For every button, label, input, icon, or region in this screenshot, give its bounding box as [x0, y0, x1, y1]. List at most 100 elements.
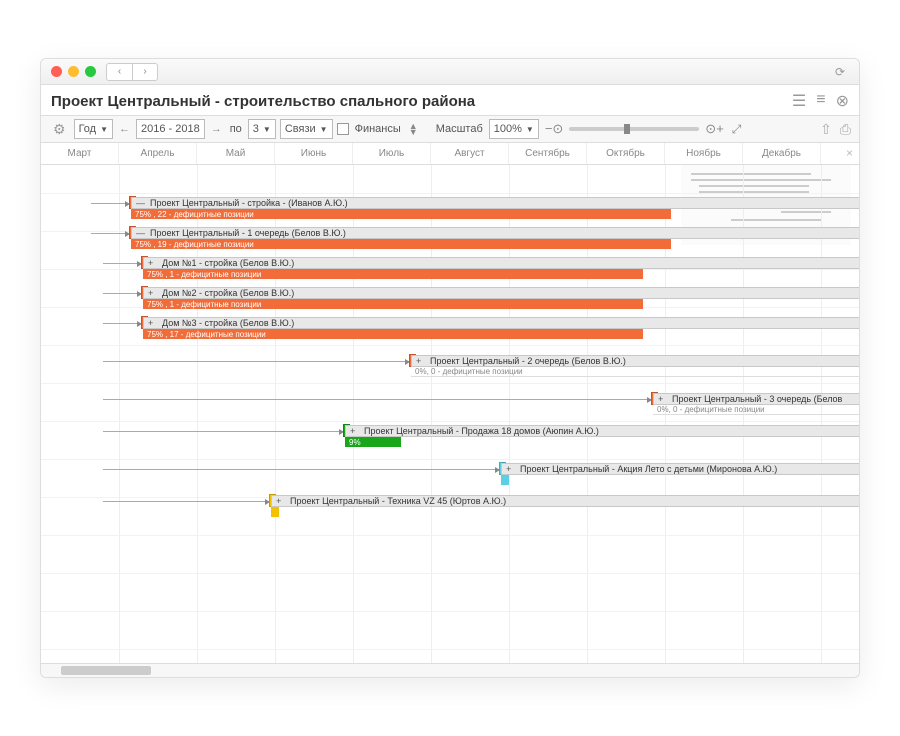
gantt-task[interactable]: — Проект Центральный - 1 очередь (Белов В… — [131, 227, 859, 239]
timeline-header: МартАпрельМайИюньИюльАвгустСентябрьОктяб… — [41, 143, 859, 165]
list-icon[interactable]: ☰ — [792, 91, 806, 111]
minimize-icon[interactable] — [68, 66, 79, 77]
gantt-task[interactable]: + Проект Центральный - Акция Лето с детьм… — [501, 463, 859, 475]
year-range-select[interactable]: 2016 - 2018 — [136, 119, 205, 139]
gantt-chart[interactable]: — Проект Центральный - стройка - (Иванов … — [41, 165, 859, 663]
task-label-bar[interactable]: + Проект Центральный - 2 очередь (Белов В… — [411, 355, 859, 367]
depth-label: по — [228, 123, 244, 135]
task-label-bar[interactable]: + Дом №1 - стройка (Белов В.Ю.) — [143, 257, 859, 269]
month-header: Август — [431, 143, 509, 164]
close-icon[interactable] — [51, 66, 62, 77]
maximize-icon[interactable] — [85, 66, 96, 77]
month-header: Декабрь — [743, 143, 821, 164]
nav-arrows: ‹ › — [106, 63, 158, 81]
depth-select[interactable]: 3▼ — [248, 119, 276, 139]
gantt-task[interactable]: — Проект Центральный - стройка - (Иванов … — [131, 197, 859, 209]
titlebar: ‹ › ⟳ — [41, 59, 859, 85]
gantt-task[interactable]: +Дом №3 - стройка (Белов В.Ю.)75% , 17 -… — [143, 317, 859, 329]
month-header: Апрель — [119, 143, 197, 164]
task-progress — [271, 507, 279, 517]
task-label-bar[interactable]: + Дом №3 - стройка (Белов В.Ю.) — [143, 317, 859, 329]
task-expander[interactable]: — — [136, 198, 145, 208]
scale-select[interactable]: 100%▼ — [489, 119, 539, 139]
header: Проект Центральный - строительство спаль… — [41, 85, 859, 115]
reload-icon[interactable]: ⟳ — [835, 65, 845, 79]
task-label-bar[interactable]: + Проект Центральный - Акция Лето с детьм… — [501, 463, 859, 475]
task-progress: 75% , 1 - дефицитные позиции — [143, 269, 643, 279]
task-label: Проект Центральный - 3 очередь (Белов — [672, 394, 842, 404]
app-window: ‹ › ⟳ Проект Центральный - строительство… — [40, 58, 860, 678]
close-panel-icon[interactable]: ⊗ — [836, 91, 849, 111]
task-progress: 75% , 19 - дефицитные позиции — [131, 239, 671, 249]
gantt-task[interactable]: + Проект Центральный - Техника VZ 45 (Юрт… — [271, 495, 859, 507]
task-expander[interactable]: + — [658, 394, 663, 404]
task-expander[interactable]: + — [416, 356, 421, 366]
task-label: Проект Центральный - Техника VZ 45 (Юрто… — [290, 496, 506, 506]
task-expander[interactable]: + — [276, 496, 281, 506]
period-mode-select[interactable]: Год▼ — [74, 119, 113, 139]
month-header: Сентябрь — [509, 143, 587, 164]
print-icon[interactable]: ⎙ — [840, 121, 851, 138]
task-expander[interactable]: + — [148, 258, 153, 268]
task-progress: 0%, 0 - дефицитные позиции — [653, 405, 859, 415]
task-label-bar[interactable]: + Проект Центральный - Продажа 18 домов (… — [345, 425, 859, 437]
links-select[interactable]: Связи▼ — [280, 119, 333, 139]
header-actions: ☰ ≡ ⊗ — [792, 91, 849, 111]
back-button[interactable]: ‹ — [106, 63, 132, 81]
zoom-slider[interactable] — [569, 127, 699, 131]
task-expander[interactable]: + — [148, 318, 153, 328]
gear-icon[interactable]: ⚙ — [49, 121, 70, 138]
task-label: Проект Центральный - Продажа 18 домов (А… — [364, 426, 599, 436]
year-next-button[interactable]: → — [209, 123, 224, 135]
gantt-task[interactable]: +Дом №1 - стройка (Белов В.Ю.)75% , 1 - … — [143, 257, 859, 269]
toolbar: ⚙ Год▼ ← 2016 - 2018 → по 3▼ Связи▼ Фина… — [41, 115, 859, 143]
task-label: Дом №1 - стройка (Белов В.Ю.) — [162, 258, 294, 268]
page-title: Проект Центральный - строительство спаль… — [51, 93, 475, 110]
zoom-in-icon[interactable]: ⊙+ — [703, 121, 725, 137]
gantt-task[interactable]: + Проект Центральный - 2 очередь (Белов В… — [411, 355, 859, 367]
task-label: Проект Центральный - стройка - (Иванов А… — [150, 198, 348, 208]
scale-label: Масштаб — [434, 123, 485, 135]
horizontal-scrollbar[interactable] — [41, 663, 859, 677]
gantt-task[interactable]: + Проект Центральный - Продажа 18 домов (… — [345, 425, 859, 437]
task-progress: 75% , 1 - дефицитные позиции — [143, 299, 643, 309]
upload-icon[interactable]: ⇧ — [820, 121, 832, 138]
task-progress: 75% , 22 - дефицитные позиции — [131, 209, 671, 219]
month-header: Октябрь — [587, 143, 665, 164]
task-progress — [501, 475, 509, 485]
month-header: Май — [197, 143, 275, 164]
gantt-task[interactable]: +Проект Центральный - 3 очередь (Белов0%… — [653, 393, 859, 405]
window-controls — [51, 66, 96, 77]
zoom-out-icon[interactable]: −⊙ — [543, 121, 565, 137]
task-label: Дом №2 - стройка (Белов В.Ю.) — [162, 288, 294, 298]
task-progress: 9% — [345, 437, 401, 447]
month-header: Ноябрь — [665, 143, 743, 164]
task-expander[interactable]: + — [506, 464, 511, 474]
task-progress: 0%, 0 - дефицитные позиции — [411, 367, 859, 377]
task-label: Проект Центральный - 1 очередь (Белов В.… — [150, 228, 346, 238]
task-progress: 75% , 17 - дефицитные позиции — [143, 329, 643, 339]
task-label-bar[interactable]: + Проект Центральный - 3 очередь (Белов — [653, 393, 859, 405]
task-label: Дом №3 - стройка (Белов В.Ю.) — [162, 318, 294, 328]
task-expander[interactable]: + — [350, 426, 355, 436]
task-label: Проект Центральный - Акция Лето с детьми… — [520, 464, 777, 474]
filter-icon[interactable]: ≡ — [816, 91, 825, 111]
task-expander[interactable]: — — [136, 228, 145, 238]
forward-button[interactable]: › — [132, 63, 158, 81]
gantt-task[interactable]: +Дом №2 - стройка (Белов В.Ю.)75% , 1 - … — [143, 287, 859, 299]
task-label-bar[interactable]: + Проект Центральный - Техника VZ 45 (Юрт… — [271, 495, 859, 507]
finance-label: Финансы — [353, 123, 403, 135]
task-label: Проект Центральный - 2 очередь (Белов В.… — [430, 356, 626, 366]
year-prev-button[interactable]: ← — [117, 123, 132, 135]
month-header: Июль — [353, 143, 431, 164]
month-header: Июнь — [275, 143, 353, 164]
close-timeline-icon[interactable]: × — [846, 146, 853, 160]
task-expander[interactable]: + — [148, 288, 153, 298]
month-header: Март — [41, 143, 119, 164]
task-label-bar[interactable]: + Дом №2 - стройка (Белов В.Ю.) — [143, 287, 859, 299]
task-label-bar[interactable]: — Проект Центральный - 1 очередь (Белов В… — [131, 227, 859, 239]
task-label-bar[interactable]: — Проект Центральный - стройка - (Иванов … — [131, 197, 859, 209]
finance-checkbox[interactable] — [337, 123, 349, 135]
fit-icon[interactable]: ⤢ — [730, 122, 744, 137]
finance-sort[interactable]: ▲▼ — [407, 123, 420, 135]
